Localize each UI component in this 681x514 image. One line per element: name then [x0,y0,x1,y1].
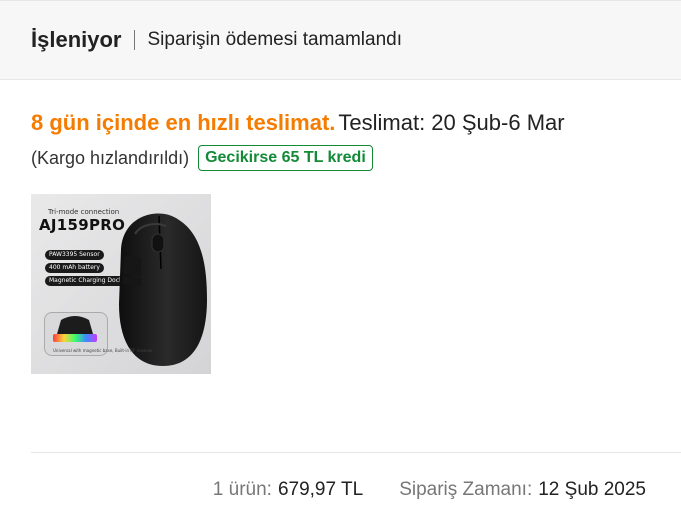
item-count-label: 1 ürün: [212,479,272,500]
item-total-value: 679,97 TL [277,479,364,500]
late-delivery-credit-badge: Gecikirse 65 TL kredi [198,145,373,171]
product-thumbnail[interactable]: Tri-mode connection AJ159PRO PAW3395 Sen… [31,194,211,374]
mouse [119,213,207,366]
fast-delivery-text: 8 gün içinde en hızlı teslimat. [31,110,336,135]
order-time-label: Sipariş Zamanı: [399,479,533,500]
order-time-value: 12 Şub 2025 [538,479,646,500]
charging-dock [53,316,97,342]
product-image-dock-caption: Universal with magnetic base, Built-in R… [53,348,153,353]
summary-divider [31,452,681,453]
order-status-title: İşleniyor [31,27,122,52]
order-summary: 1 ürün: 679,97 TL Sipariş Zamanı: 12 Şub… [213,479,646,501]
order-status-bar: İşleniyor Siparişin ödemesi tamamlandı [0,0,681,80]
cargo-info: (Kargo hızlandırıldı) Gecikirse 65 TL kr… [31,145,373,171]
order-status-description: Siparişin ödemesi tamamlandı [147,29,402,50]
status-divider [134,30,136,50]
cargo-status-text: (Kargo hızlandırıldı) [31,147,190,168]
delivery-info: 8 gün içinde en hızlı teslimat. Teslimat… [31,110,565,136]
delivery-date-text: Teslimat: 20 Şub-6 Mar [338,110,565,135]
product-illustration [53,213,207,366]
